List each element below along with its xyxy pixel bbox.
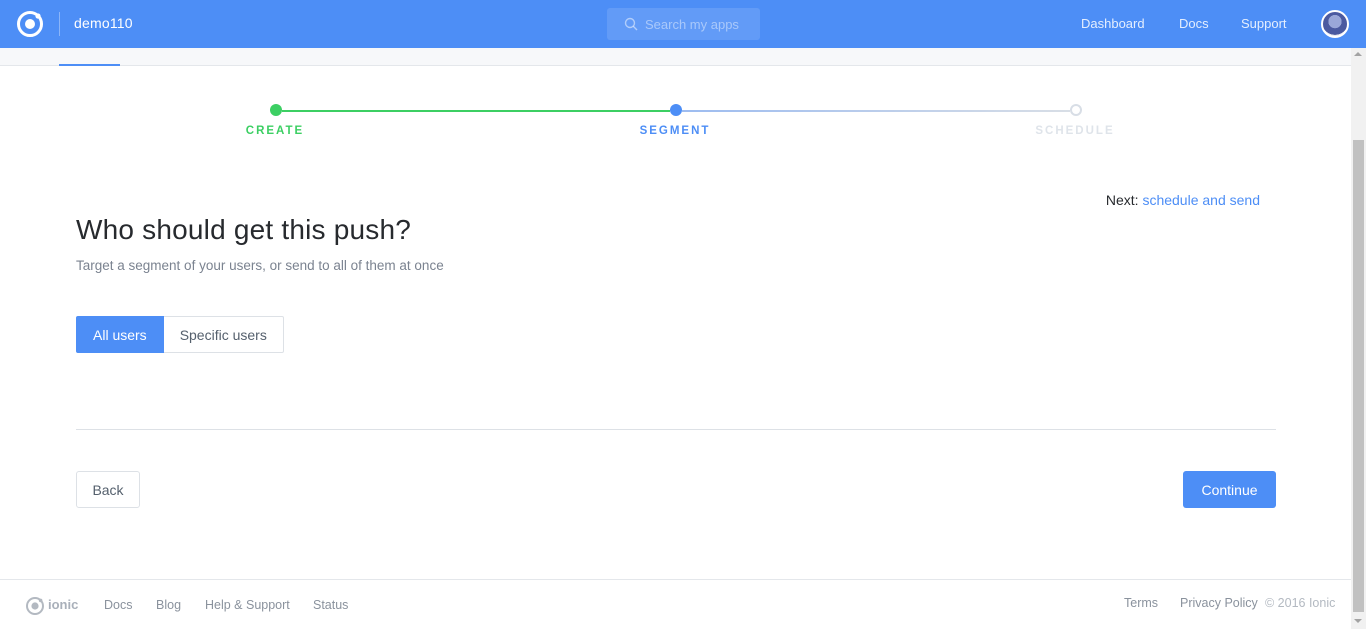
step-line-upcoming (682, 110, 1070, 112)
footer-link-privacy[interactable]: Privacy Policy (1180, 596, 1258, 610)
footer-link-docs[interactable]: Docs (104, 598, 132, 612)
specific-users-button[interactable]: Specific users (163, 316, 284, 353)
footer-link-terms[interactable]: Terms (1124, 596, 1158, 610)
next-prefix: Next: (1105, 192, 1139, 208)
step-label-segment: SEGMENT (639, 125, 711, 137)
nav-dashboard[interactable]: Dashboard (1081, 16, 1145, 31)
audience-segment-toggle: All users Specific users (76, 316, 284, 353)
search-input[interactable] (645, 8, 755, 40)
next-step-link[interactable]: schedule and send (1142, 192, 1260, 208)
top-bar: demo110 Dashboard Docs Support (0, 0, 1366, 48)
ionic-footer-logo-icon[interactable] (25, 596, 45, 616)
step-dot-create (270, 104, 282, 116)
footer-link-status[interactable]: Status (313, 598, 348, 612)
user-avatar[interactable] (1321, 10, 1349, 38)
next-step-hint: Next: schedule and send (1080, 192, 1260, 208)
scroll-up-arrow-icon[interactable] (1354, 52, 1362, 56)
scrollbar-thumb[interactable] (1353, 140, 1364, 612)
ionic-logo-icon[interactable] (16, 10, 44, 38)
scroll-down-arrow-icon[interactable] (1354, 619, 1362, 623)
search-box[interactable] (607, 8, 760, 40)
nav-docs[interactable]: Docs (1179, 16, 1209, 31)
page-title: Who should get this push? (76, 214, 411, 245)
step-dot-schedule (1070, 104, 1082, 116)
step-dot-segment (670, 104, 682, 116)
footer-link-help-support[interactable]: Help & Support (205, 598, 290, 612)
step-line-complete (282, 110, 670, 112)
footer-brand[interactable]: ionic (48, 597, 78, 612)
footer: ionic Docs Blog Help & Support Status Te… (0, 579, 1351, 629)
topbar-divider (59, 12, 60, 36)
subnav-active-indicator (59, 64, 120, 66)
sub-nav (0, 48, 1351, 66)
footer-copyright: © 2016 Ionic (1265, 596, 1336, 610)
all-users-button[interactable]: All users (76, 316, 164, 353)
back-button[interactable]: Back (76, 471, 140, 508)
search-icon (624, 17, 638, 31)
step-label-schedule: SCHEDULE (1035, 125, 1115, 137)
footer-link-blog[interactable]: Blog (156, 598, 181, 612)
page-subtitle: Target a segment of your users, or send … (76, 258, 444, 273)
step-label-create: CREATE (245, 125, 305, 137)
app-name[interactable]: demo110 (74, 15, 133, 31)
divider (76, 429, 1276, 430)
nav-support[interactable]: Support (1241, 16, 1287, 31)
continue-button[interactable]: Continue (1183, 471, 1276, 508)
